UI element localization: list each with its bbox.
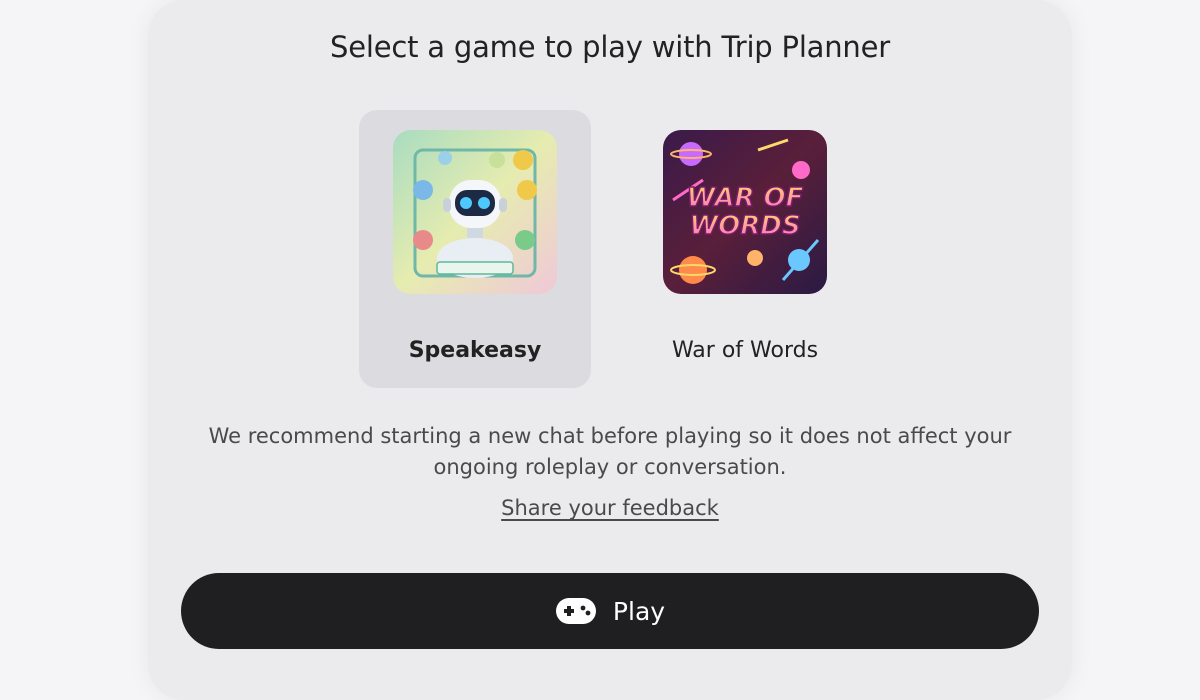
war-of-words-logo-line2: WORDS: [689, 211, 800, 241]
modal-title: Select a game to play with Trip Planner: [330, 30, 890, 64]
war-of-words-logo-line1: WAR OF: [687, 183, 804, 213]
game-name: Speakeasy: [408, 338, 542, 363]
feedback-row: Share your feedback: [148, 496, 1072, 520]
game-card-war-of-words[interactable]: WAR OF WORDS War of Words: [629, 110, 861, 388]
gamepad-icon: [555, 597, 597, 625]
play-button[interactable]: Play: [181, 573, 1039, 649]
game-select-modal: Select a game to play with Trip Planner: [148, 0, 1072, 700]
play-button-label: Play: [612, 596, 666, 626]
new-chat-recommendation: We recommend starting a new chat before …: [148, 421, 1072, 483]
game-card-speakeasy[interactable]: Speakeasy: [359, 110, 591, 388]
note-line-1: We recommend starting a new chat before …: [208, 424, 1012, 448]
note-line-2: ongoing roleplay or conversation.: [433, 455, 787, 479]
share-feedback-link[interactable]: Share your feedback: [501, 496, 719, 520]
war-of-words-game-thumbnail: WAR OF WORDS: [663, 130, 827, 294]
game-name: War of Words: [671, 338, 819, 363]
robot-game-thumbnail: [393, 130, 557, 294]
